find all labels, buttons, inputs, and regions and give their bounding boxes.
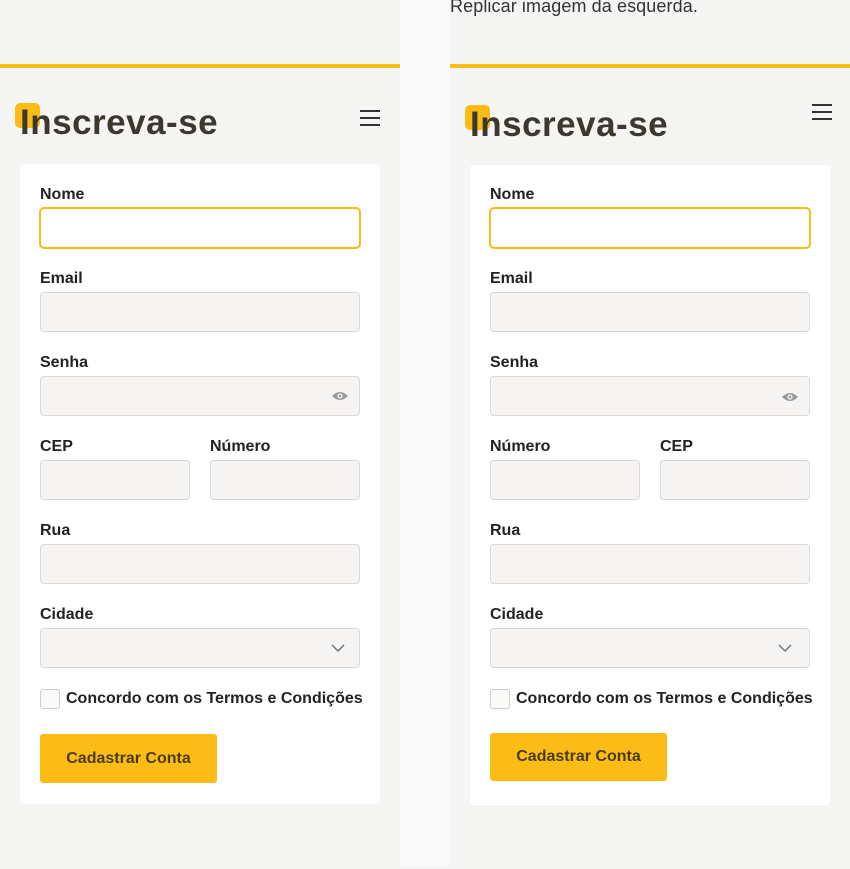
hamburger-icon[interactable]: [810, 102, 834, 126]
cep-label: CEP: [660, 438, 693, 455]
nome-input[interactable]: [490, 208, 810, 248]
eye-icon[interactable]: [781, 391, 799, 403]
senha-label: Senha: [490, 354, 539, 371]
email-label: Email: [490, 270, 533, 287]
rua-label: Rua: [40, 522, 71, 539]
terms-label: Concordo com os Termos e Condições: [66, 690, 363, 707]
rua-input[interactable]: [40, 544, 360, 584]
instruction-note: Replicar imagem da esquerda.: [450, 0, 698, 16]
cidade-select[interactable]: [490, 628, 810, 668]
email-input[interactable]: [40, 292, 360, 332]
terms-checkbox[interactable]: [40, 689, 60, 709]
cep-input[interactable]: [40, 460, 190, 500]
cadastrar-conta-button[interactable]: Cadastrar Conta: [490, 733, 667, 781]
cidade-label: Cidade: [490, 606, 544, 623]
cidade-select[interactable]: [40, 628, 360, 668]
rua-label: Rua: [490, 522, 521, 539]
numero-label: Número: [490, 438, 551, 455]
page-title: Inscreva-se: [470, 105, 669, 144]
numero-input[interactable]: [490, 460, 640, 500]
email-label: Email: [40, 270, 83, 287]
hamburger-icon[interactable]: [358, 108, 382, 132]
terms-label: Concordo com os Termos e Condições: [516, 690, 813, 707]
panel-divider: [400, 0, 450, 865]
cep-label: CEP: [40, 438, 73, 455]
page-title: Inscreva-se: [20, 103, 219, 142]
header: Inscreva-se: [15, 98, 382, 148]
signup-form: Nome Email Senha CEP Número Rua Cidade C…: [20, 164, 380, 804]
terms-checkbox[interactable]: [490, 689, 510, 709]
numero-label: Número: [210, 438, 271, 455]
signup-form: Nome Email Senha Número CEP Rua Cidade C…: [470, 165, 830, 805]
chevron-down-icon: [331, 644, 345, 653]
email-input[interactable]: [490, 292, 810, 332]
senha-input[interactable]: [40, 376, 360, 416]
nome-label: Nome: [490, 186, 535, 203]
cep-input[interactable]: [660, 460, 810, 500]
chevron-down-icon: [778, 644, 792, 653]
cidade-label: Cidade: [40, 606, 94, 623]
numero-input[interactable]: [210, 460, 360, 500]
rua-input[interactable]: [490, 544, 810, 584]
signup-panel-left: Inscreva-se Nome Email Senha CEP Número …: [0, 64, 400, 869]
eye-icon[interactable]: [331, 390, 349, 402]
nome-label: Nome: [40, 186, 85, 203]
senha-input[interactable]: [490, 376, 810, 416]
senha-label: Senha: [40, 354, 89, 371]
signup-panel-right: Inscreva-se Nome Email Senha Número CEP …: [450, 64, 850, 869]
cadastrar-conta-button[interactable]: Cadastrar Conta: [40, 734, 217, 783]
nome-input[interactable]: [40, 208, 360, 248]
header: Inscreva-se: [465, 100, 834, 150]
